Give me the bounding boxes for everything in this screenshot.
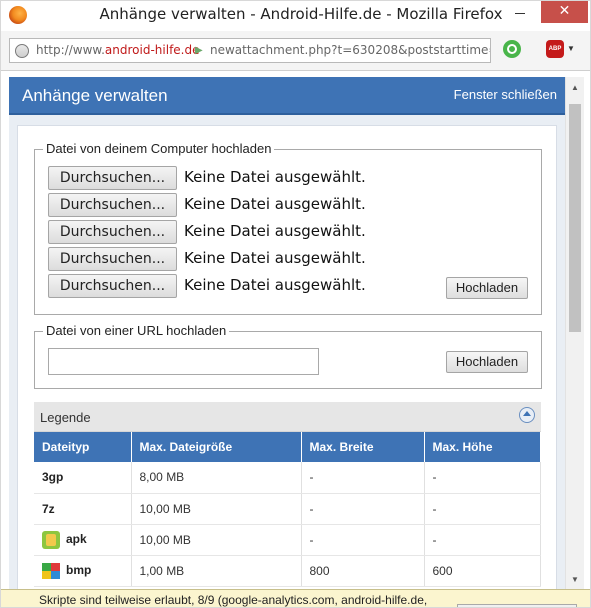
url-separator-arrow-icon: ▶ xyxy=(195,45,203,56)
file-row: Durchsuchen... Keine Datei ausgewählt. xyxy=(48,220,448,244)
adblock-plus-icon[interactable]: ABP xyxy=(546,40,564,58)
column-header: Max. Dateigröße xyxy=(131,432,302,462)
table-row: bmp 1,00 MB 800 600 xyxy=(34,555,541,587)
cell-filetype: 3gp xyxy=(34,462,132,494)
file-status: Keine Datei ausgewählt. xyxy=(184,249,366,267)
filetype-label: apk xyxy=(66,531,87,546)
url-upload-legend: Datei von einer URL hochladen xyxy=(43,323,230,338)
content-panel: Datei von deinem Computer hochladen Durc… xyxy=(17,125,557,602)
table-row: 3gp 8,00 MB - - xyxy=(34,462,541,494)
cell-maxheight: - xyxy=(424,493,541,525)
url-path: newattachment.php?t=630208&poststarttime… xyxy=(210,43,490,57)
column-header: Max. Höhe xyxy=(424,432,541,462)
file-status: Keine Datei ausgewählt. xyxy=(184,222,366,240)
browse-button[interactable]: Durchsuchen... xyxy=(48,274,177,298)
computer-upload-group: Datei von deinem Computer hochladen Durc… xyxy=(34,141,542,315)
vertical-scrollbar[interactable]: ▲ ▼ xyxy=(565,77,584,591)
close-window-link[interactable]: Fenster schließen xyxy=(454,87,557,102)
url-host: http://www.android-hilfe.de xyxy=(36,39,200,62)
scroll-down-arrow-icon[interactable]: ▼ xyxy=(571,575,579,584)
cell-maxwidth: - xyxy=(301,524,425,556)
title-bar: Anhänge verwalten - Android-Hilfe.de - M… xyxy=(1,1,590,31)
collapse-icon[interactable] xyxy=(519,407,535,423)
cell-maxsize: 10,00 MB xyxy=(131,493,302,525)
browse-button[interactable]: Durchsuchen... xyxy=(48,193,177,217)
legend-title: Legende xyxy=(40,410,91,425)
dialog-title: Anhänge verwalten xyxy=(22,86,168,105)
noscript-notification-bar: Skripte sind teilweise erlaubt, 8/9 (goo… xyxy=(1,589,590,607)
url-input[interactable] xyxy=(48,348,319,375)
file-status: Keine Datei ausgewählt. xyxy=(184,168,366,186)
legend-header: Legende xyxy=(34,402,541,432)
minimize-button[interactable] xyxy=(507,1,533,23)
file-row: Durchsuchen... Keine Datei ausgewählt. xyxy=(48,247,448,271)
browse-button[interactable]: Durchsuchen... xyxy=(48,247,177,271)
url-upload-group: Datei von einer URL hochladen Hochladen xyxy=(34,323,542,389)
bitmap-image-icon xyxy=(42,562,60,579)
url-prefix: http://www. xyxy=(36,43,105,57)
cell-maxheight: - xyxy=(424,462,541,494)
android-package-icon xyxy=(42,530,60,549)
file-row: Durchsuchen... Keine Datei ausgewählt. xyxy=(48,193,448,217)
dialog-header: Anhänge verwalten Fenster schließen xyxy=(9,77,565,115)
cell-maxsize: 8,00 MB xyxy=(131,462,302,494)
file-status: Keine Datei ausgewählt. xyxy=(184,276,366,294)
globe-icon xyxy=(15,44,29,58)
notification-options-button[interactable] xyxy=(457,604,577,607)
cell-maxwidth: - xyxy=(301,493,425,525)
filetype-table: Dateityp Max. Dateigröße Max. Breite Max… xyxy=(34,432,541,587)
cell-maxsize: 10,00 MB xyxy=(131,524,302,556)
computer-upload-legend: Datei von deinem Computer hochladen xyxy=(43,141,275,156)
upload-url-button[interactable]: Hochladen xyxy=(446,351,528,373)
cell-maxsize: 1,00 MB xyxy=(131,555,302,587)
browse-button[interactable]: Durchsuchen... xyxy=(48,220,177,244)
filetype-label: bmp xyxy=(66,562,92,577)
window-title: Anhänge verwalten - Android-Hilfe.de - M… xyxy=(99,5,503,23)
table-row: apk 10,00 MB - - xyxy=(34,524,541,556)
scroll-up-arrow-icon[interactable]: ▲ xyxy=(571,83,579,92)
cell-maxwidth: - xyxy=(301,462,425,494)
firefox-logo-icon xyxy=(9,6,27,24)
column-header: Dateityp xyxy=(34,432,132,462)
browser-window: Anhänge verwalten - Android-Hilfe.de - M… xyxy=(0,0,591,608)
cell-maxheight: - xyxy=(424,524,541,556)
cell-maxwidth: 800 xyxy=(301,555,425,587)
legend-section: Legende Dateityp Max. Dateigröße Max. Br… xyxy=(34,402,541,602)
file-row: Durchsuchen... Keine Datei ausgewählt. xyxy=(48,166,448,190)
cell-maxheight: 600 xyxy=(424,555,541,587)
scroll-thumb[interactable] xyxy=(569,104,581,332)
chevron-down-icon[interactable]: ▼ xyxy=(567,44,575,53)
ghostery-icon[interactable] xyxy=(503,40,521,58)
cell-filetype: bmp xyxy=(34,555,132,587)
column-header: Max. Breite xyxy=(301,432,425,462)
file-row: Durchsuchen... Keine Datei ausgewählt. xyxy=(48,274,448,298)
browse-button[interactable]: Durchsuchen... xyxy=(48,166,177,190)
cell-filetype: apk xyxy=(34,524,132,556)
notification-text: Skripte sind teilweise erlaubt, 8/9 (goo… xyxy=(39,593,428,607)
close-window-button[interactable]: ✕ xyxy=(541,1,588,23)
url-field[interactable]: http://www.android-hilfe.de ▶ newattachm… xyxy=(9,38,491,63)
cell-filetype: 7z xyxy=(34,493,132,525)
url-domain: android-hilfe.de xyxy=(104,43,200,57)
table-row: 7z 10,00 MB - - xyxy=(34,493,541,525)
file-status: Keine Datei ausgewählt. xyxy=(184,195,366,213)
upload-files-button[interactable]: Hochladen xyxy=(446,277,528,299)
dialog-content: Datei von deinem Computer hochladen Durc… xyxy=(9,115,565,602)
table-header-row: Dateityp Max. Dateigröße Max. Breite Max… xyxy=(34,432,541,462)
address-bar: http://www.android-hilfe.de ▶ newattachm… xyxy=(1,31,590,71)
